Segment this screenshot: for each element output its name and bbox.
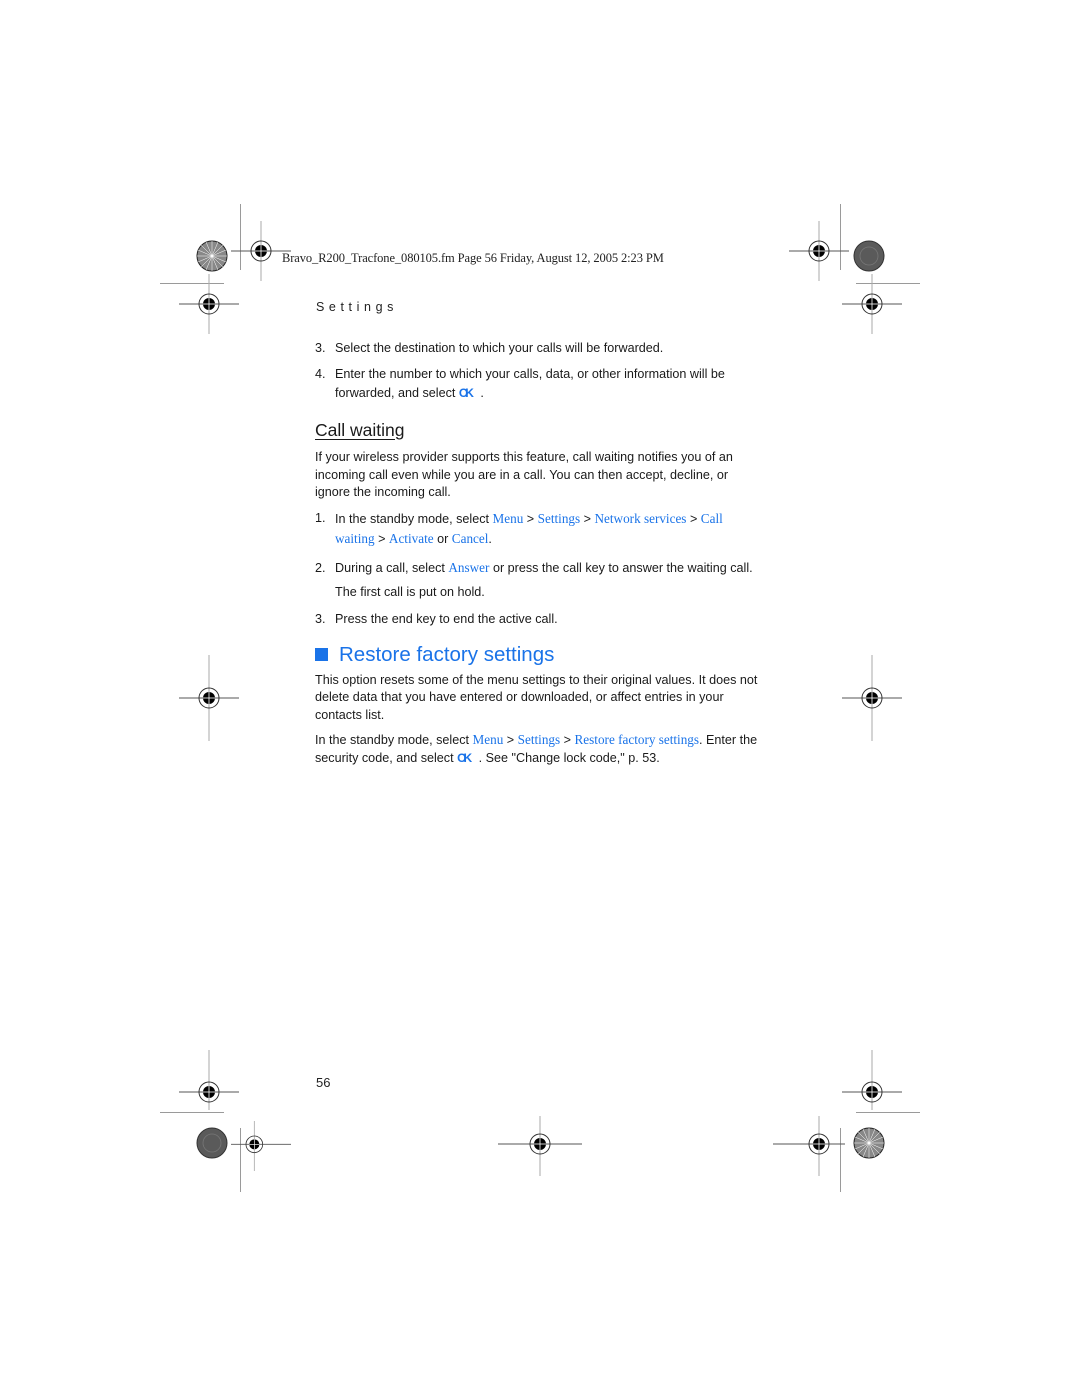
registration-mark-icon — [842, 655, 902, 741]
instruction-text: . See "Change lock code," p. 53. — [478, 750, 660, 765]
registration-mark-icon — [498, 1116, 582, 1176]
menu-path-menu: Menu — [492, 510, 524, 526]
step-text-line2: The first call is put on hold. — [335, 584, 485, 599]
crop-line — [160, 1112, 224, 1113]
step-number: 1. — [315, 510, 326, 525]
section-heading-restore-factory-settings: Restore factory settings — [315, 643, 760, 666]
section-heading-call-waiting: Call waiting — [315, 419, 405, 440]
step-text: or press the call key to answer the wait… — [492, 560, 753, 575]
step-text: Select the destination to which your cal… — [335, 341, 664, 355]
step-number: 2. — [315, 560, 326, 575]
page-number: 56 — [316, 1075, 331, 1090]
registration-mark-icon — [179, 274, 239, 334]
path-separator: > — [506, 733, 515, 747]
registration-mark-icon — [231, 1121, 291, 1171]
heading-text: Restore factory settings — [339, 643, 555, 666]
gray-target-icon — [853, 240, 885, 272]
step-number: 4. — [315, 366, 326, 381]
instruction-text: In the standby mode, select — [315, 733, 470, 747]
restore-intro: This option resets some of the menu sett… — [315, 672, 758, 722]
registration-mark-icon — [789, 221, 849, 281]
step-text: Press the end key to end the active call… — [335, 611, 558, 626]
restore-instructions: In the standby mode, select Menu > Setti… — [315, 731, 760, 767]
gray-target-icon — [196, 1127, 228, 1159]
menu-path-network-services: Network services — [594, 510, 687, 526]
path-separator: > — [689, 511, 698, 526]
menu-path-activate: Activate — [388, 530, 434, 546]
menu-path-restore-factory-settings: Restore factory settings — [574, 732, 700, 747]
menu-path-menu: Menu — [472, 732, 504, 747]
running-title: Settings — [316, 300, 398, 314]
path-separator: > — [526, 511, 535, 526]
period: . — [488, 531, 492, 546]
list-item: 4. Enter the number to which your calls,… — [315, 365, 760, 404]
softkey-answer: Answer — [448, 559, 490, 575]
starburst-target-icon — [196, 240, 228, 272]
step-text: During a call, select — [335, 560, 445, 575]
crop-line — [856, 1112, 920, 1113]
list-item: 1. In the standby mode, select Menu > Se… — [315, 509, 760, 549]
conjunction: or — [437, 531, 449, 546]
ok-key-icon: OK — [458, 386, 474, 400]
registration-mark-icon — [179, 1050, 239, 1110]
registration-mark-icon — [773, 1116, 845, 1176]
step-text: Enter the number to which your calls, da… — [335, 366, 725, 401]
menu-path-settings: Settings — [517, 732, 561, 747]
path-separator: > — [563, 733, 572, 747]
list-item: 3. Select the destination to which your … — [315, 340, 760, 358]
section-bullet-icon — [315, 648, 328, 662]
page-content: 3. Select the destination to which your … — [315, 340, 760, 774]
menu-path-cancel: Cancel — [451, 530, 489, 546]
step-number: 3. — [315, 341, 326, 355]
starburst-target-icon — [853, 1127, 885, 1159]
file-info-header: Bravo_R200_Tracfone_080105.fm Page 56 Fr… — [282, 251, 664, 265]
list-item: 3. Press the end key to end the active c… — [315, 611, 760, 629]
list-item: 2. During a call, select Answer or press… — [315, 556, 760, 604]
call-waiting-intro: If your wireless provider supports this … — [315, 450, 733, 499]
registration-mark-icon — [179, 655, 239, 741]
step-text: In the standby mode, select — [335, 511, 490, 526]
menu-path-settings: Settings — [537, 510, 581, 526]
path-separator: > — [583, 511, 592, 526]
ok-key-icon: OK — [457, 750, 472, 765]
step-number: 3. — [315, 611, 326, 626]
step-text-end: . — [480, 386, 484, 400]
path-separator: > — [378, 531, 386, 546]
registration-mark-icon — [842, 1050, 902, 1110]
registration-mark-icon — [842, 274, 902, 334]
